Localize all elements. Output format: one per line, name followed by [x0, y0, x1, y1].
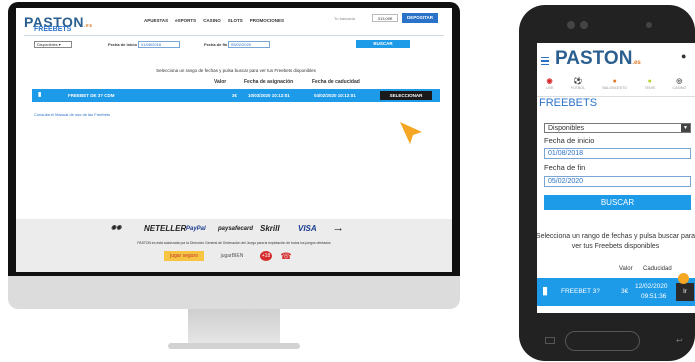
nav-apuestas[interactable]: APUESTAS [144, 18, 168, 23]
mobile-brand-suffix: .es [632, 60, 641, 66]
mobile-go-button[interactable]: Ir [676, 283, 694, 301]
basketball-icon: ● [612, 78, 617, 85]
freebet-row[interactable]: ▮ FREEBET DE 3? CDM 3€ 10/03/2020 10:12:… [32, 89, 440, 102]
freebet-name: FREEBET DE 3? CDM [68, 93, 115, 98]
status-select-value: Disponibles [37, 42, 58, 47]
mobile-status-select[interactable]: Disponibles ▼ [544, 123, 691, 133]
mobile-freebet-name: FREEBET 3? [561, 288, 600, 295]
main-nav: APUESTAS eSPORTS CASINO SLOTS PROMOCIONE… [144, 18, 284, 23]
freebet-value: 3€ [232, 93, 238, 98]
category-bar: ◉ LIVE ⚽ FÚTBOL ● BALONCESTO ● TENIS ◎ CASINO [537, 77, 695, 95]
search-button[interactable]: BUSCAR [356, 40, 410, 48]
divider [24, 35, 444, 36]
mobile-end-date-label: Fecha de fin [544, 163, 586, 172]
helpline-icon: ☎ [280, 251, 292, 261]
recent-apps-icon[interactable] [545, 337, 555, 344]
category-casino[interactable]: ◎ CASINO [672, 77, 686, 95]
brand-suffix: .es [84, 23, 93, 29]
nav-promociones[interactable]: PROMOCIONES [250, 18, 284, 23]
start-date-label: Fecha de inicio [108, 42, 137, 47]
status-select[interactable]: Disponibles ▾ [34, 41, 72, 48]
balance-box[interactable]: 313,00€ [372, 14, 398, 22]
badge-jugar-seguro: jugar seguro [164, 251, 204, 261]
payment-neteller: NETELLER [144, 224, 187, 233]
live-icon: ◉ [546, 78, 553, 85]
pointer-cursor-icon [400, 122, 422, 144]
page-title: FREEBETS [34, 26, 72, 33]
menu-icon[interactable] [541, 57, 549, 67]
nav-slots[interactable]: SLOTS [228, 18, 243, 23]
payment-paysafecard: paysafecard [218, 226, 254, 232]
mobile-status-select-value: Disponibles [548, 125, 585, 132]
user-icon[interactable]: ● [681, 51, 686, 61]
search-hint: Selecciona un rango de fechas y pulsa bu… [156, 68, 316, 73]
deposit-button[interactable]: DEPOSITAR [402, 13, 438, 23]
nav-casino[interactable]: CASINO [203, 18, 221, 23]
mobile-start-date-label: Fecha de inicio [544, 136, 595, 145]
col-fecha-asignacion: Fecha de asignación [244, 79, 294, 85]
category-baloncesto[interactable]: ● BALONCESTO [603, 77, 628, 95]
legal-text: PASTON.es está autorizada por la Direcci… [137, 241, 331, 245]
mobile-search-button[interactable]: BUSCAR [544, 195, 691, 210]
payment-skrill: Skrill [260, 224, 280, 233]
category-tenis[interactable]: ● TENIS [644, 77, 655, 95]
mobile-freebet-time: 09:51:36 [641, 293, 667, 300]
mobile-brand-name: PASTON [555, 48, 633, 69]
category-label: CASINO [672, 86, 687, 90]
mobile-freebet-value: 3€ [621, 288, 629, 295]
monitor-chin [8, 276, 460, 309]
mobile-brand-logo[interactable]: PASTON.es [555, 48, 641, 70]
category-label: FÚTBOL [570, 86, 586, 90]
mobile-hint-line-1: Selecciona un rango de fechas y pulsa bu… [537, 233, 695, 240]
voucher-icon: ▮ [38, 92, 42, 98]
card-icon: ◉◉ [111, 225, 122, 231]
desktop-screen: PASTON.es APUESTAS eSPORTS CASINO SLOTS … [16, 8, 452, 272]
payment-paypal: PayPal [186, 226, 206, 232]
monitor-base [168, 343, 300, 349]
soccer-icon: ⚽ [573, 78, 583, 85]
category-label: LIVE [545, 86, 554, 90]
badge-jugarbien: jugarBIEN [220, 253, 244, 259]
end-date-input[interactable]: 05/02/2020 [228, 41, 270, 48]
account-label: Tu bancaria [334, 16, 355, 21]
mobile-search-hint: Selecciona un rango de fechas y pulsa bu… [537, 232, 695, 252]
end-date-label: Fecha de fin [204, 42, 228, 47]
mobile-screen: PASTON.es ● ◉ LIVE ⚽ FÚTBOL ● BALONCESTO ● T… [537, 43, 695, 313]
casino-icon: ◎ [676, 78, 683, 85]
phone-camera-icon [567, 21, 575, 29]
category-futbol[interactable]: ⚽ FÚTBOL [571, 77, 585, 95]
manual-link[interactable]: Consulta el Manual de uso de las Freebet… [34, 112, 110, 117]
phone-home-button[interactable] [565, 331, 640, 351]
mobile-hint-line-2: ver tus Freebets disponibles [571, 243, 660, 250]
voucher-icon: ▮ [542, 285, 549, 297]
badge-18: +18 [260, 251, 272, 261]
col-valor: Valor [214, 79, 227, 85]
mobile-freebet-date: 12/02/2020 [635, 283, 668, 290]
category-label: BALONCESTO [602, 86, 628, 90]
touch-indicator-icon [678, 273, 689, 284]
freebet-assigned: 10/03/2020 10:12:01 [248, 93, 290, 98]
mobile-page-title: FREEBETS [537, 96, 695, 113]
chevron-down-icon: ▼ [681, 124, 690, 132]
transfer-icon: ⟶ [334, 227, 342, 233]
select-freebet-button[interactable]: SELECCIONAR [380, 91, 432, 100]
mobile-end-date-input[interactable]: 05/02/2020 [544, 176, 691, 187]
start-date-input[interactable]: 01/08/2018 [138, 41, 180, 48]
payment-visa: VISA [298, 224, 317, 233]
category-live[interactable]: ◉ LIVE [546, 77, 554, 95]
monitor-stand [188, 309, 280, 345]
phone-front-camera-icon [646, 22, 652, 28]
freebet-expires: 04/02/2020 10:12:01 [314, 93, 356, 98]
back-icon[interactable]: ↩ [676, 336, 683, 345]
col-fecha-caducidad: Fecha de caducidad [312, 79, 360, 85]
mobile-col-caducidad: Caducidad [643, 266, 672, 272]
mobile-start-date-input[interactable]: 01/08/2018 [544, 148, 691, 159]
mobile-freebet-row[interactable]: ▮ FREEBET 3? 3€ 12/02/2020 09:51:36 Ir [537, 278, 695, 306]
nav-esports[interactable]: eSPORTS [175, 18, 196, 23]
mobile-col-valor: Valor [619, 266, 633, 272]
phone-sensor-icon [580, 21, 588, 29]
tennis-icon: ● [647, 78, 652, 85]
category-label: TENIS [644, 86, 656, 90]
